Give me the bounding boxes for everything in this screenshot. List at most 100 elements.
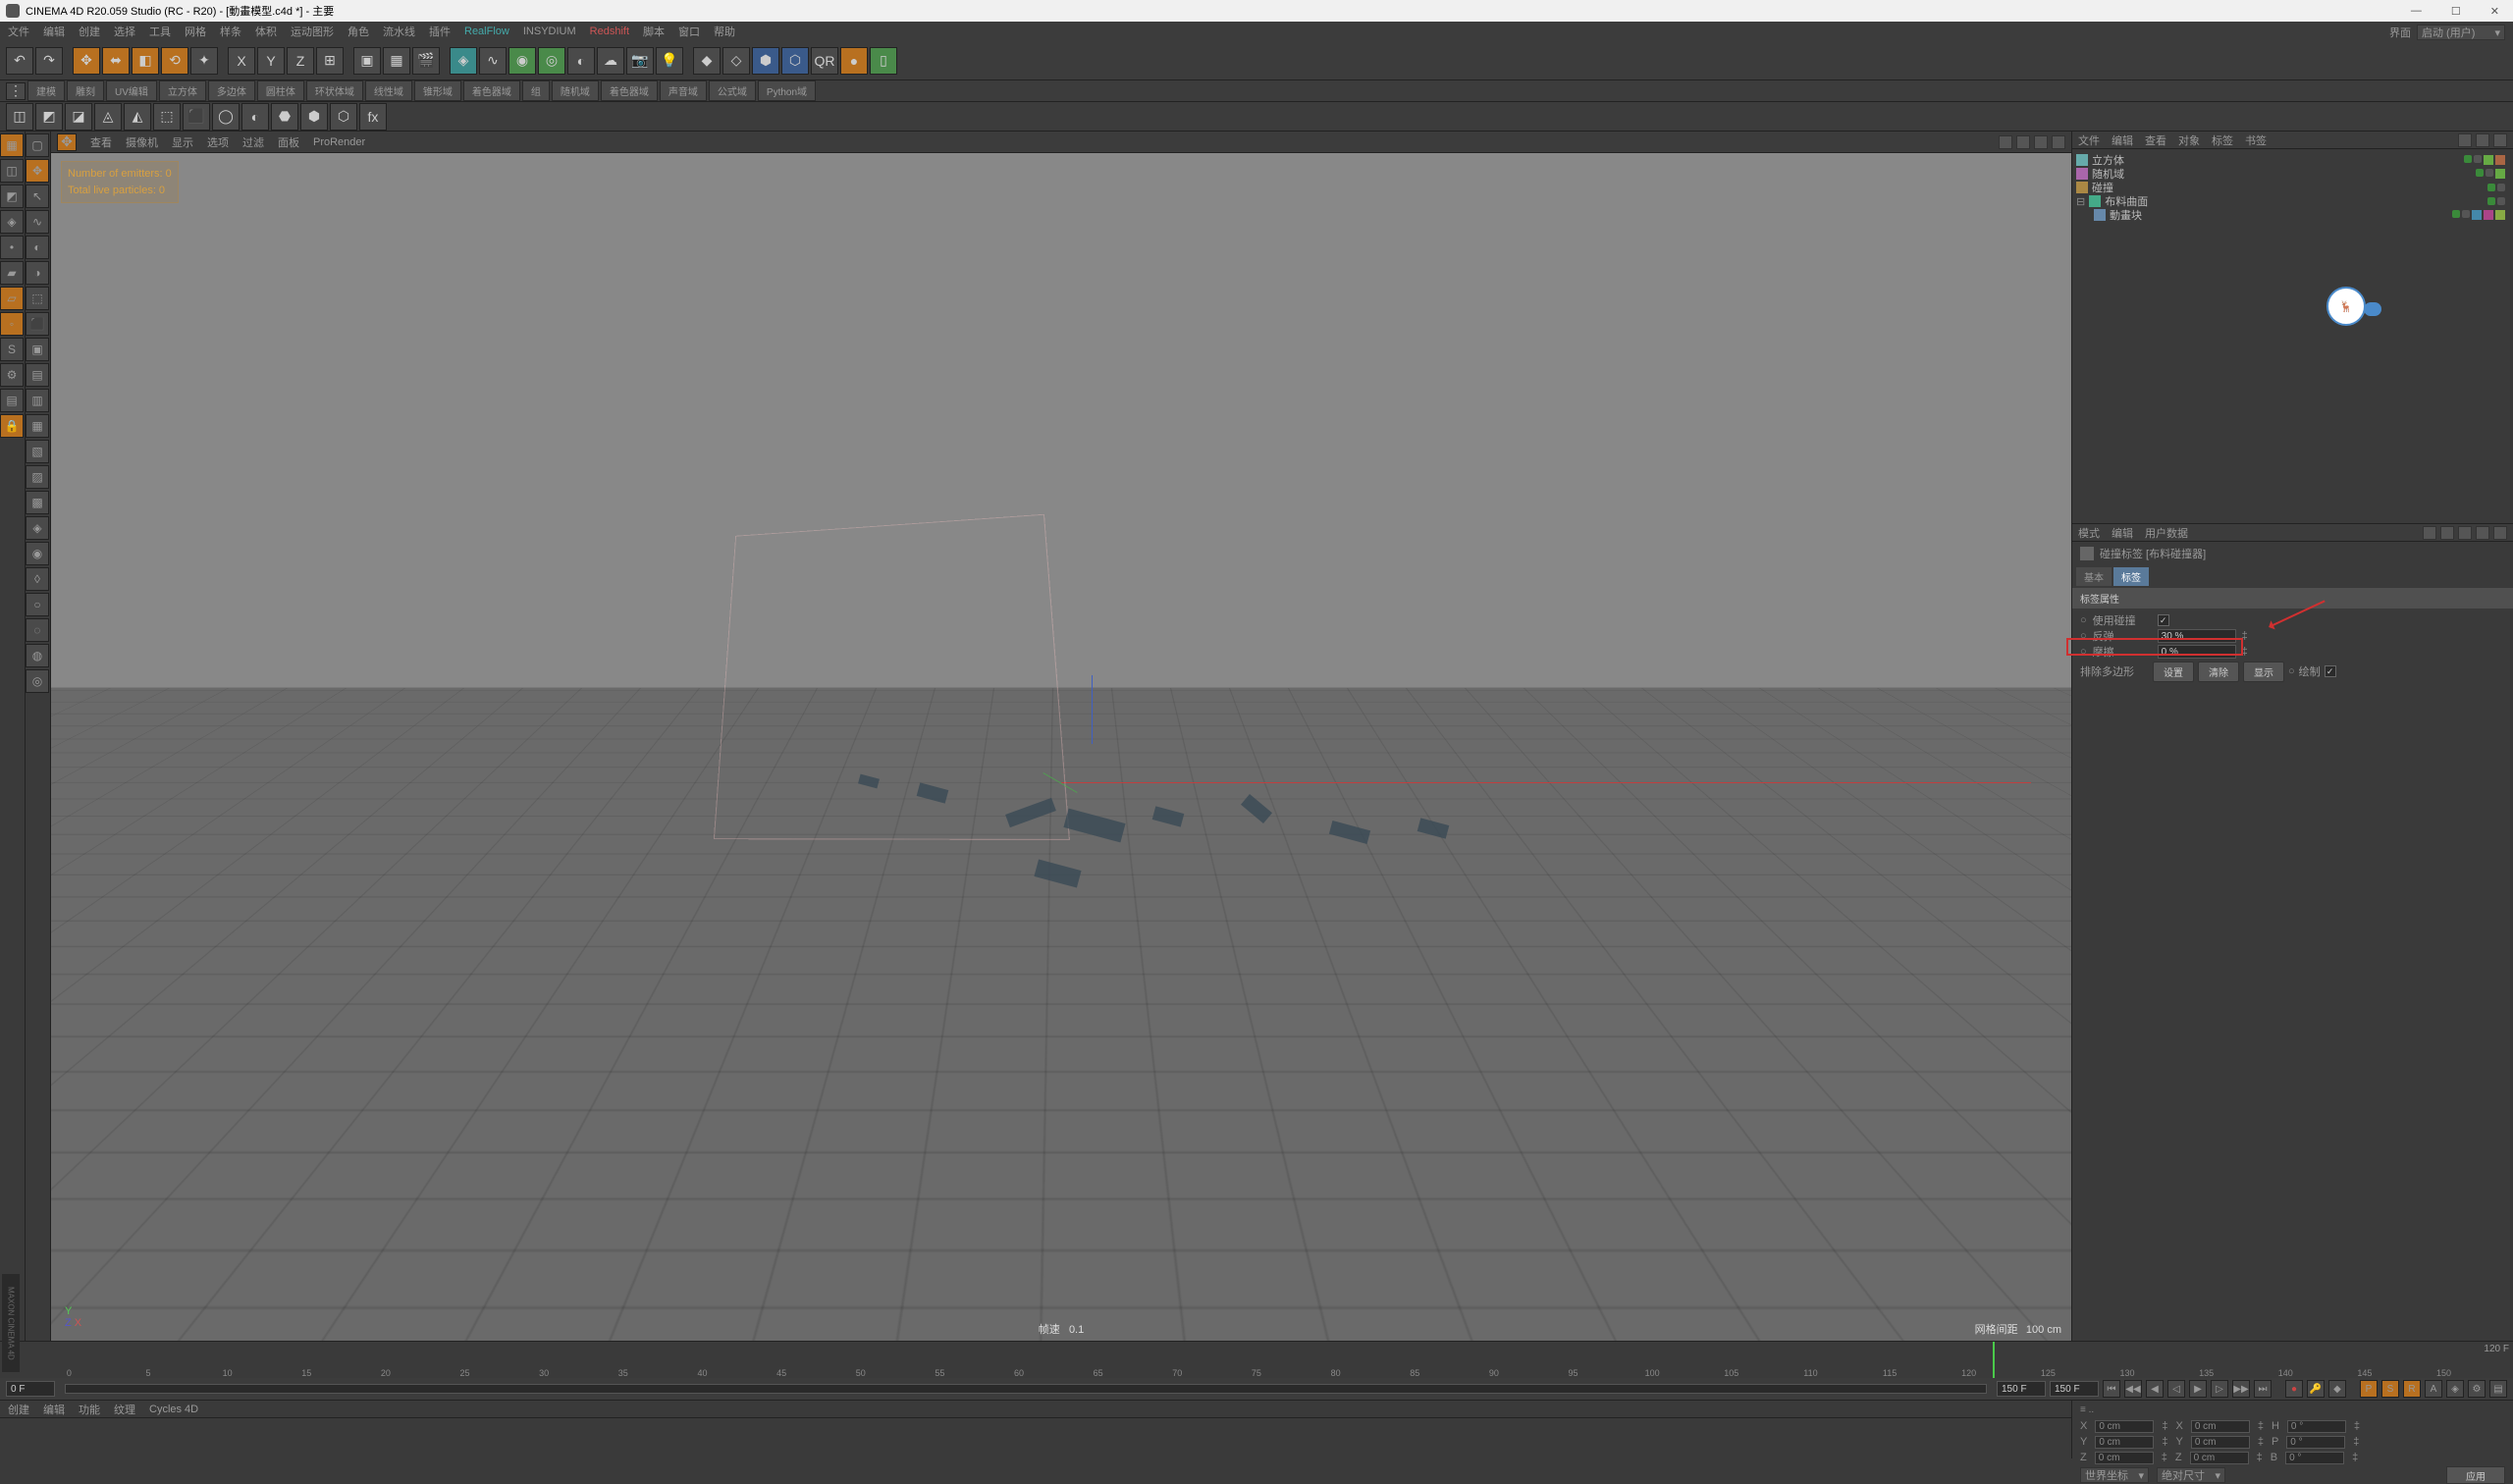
maximize-button[interactable]: ☐ [2443,5,2469,18]
etool[interactable]: ◐ [26,236,49,259]
show-button[interactable]: 显示 [2243,662,2284,682]
object-tree[interactable]: 立方体 随机域 碰撞 ⊟ 布料曲面 [2072,149,2513,523]
tree-row-cloth[interactable]: ⊟ 布料曲面 [2076,194,2509,208]
prev-frame-button[interactable]: ◀ [2146,1380,2164,1398]
etool[interactable]: ◍ [26,644,49,667]
add-generator2[interactable]: ◎ [538,47,565,75]
move-tool[interactable]: ⬌ [102,47,130,75]
vp-menu-prorender[interactable]: ProRender [313,136,365,148]
menu-redshift[interactable]: Redshift [590,26,629,37]
etool[interactable]: ⬛ [26,312,49,336]
tree-row-collider[interactable]: 碰撞 [2076,181,2509,194]
tag-icon[interactable] [2484,210,2493,220]
shelf-icon[interactable]: ⬛ [183,103,210,131]
ext-tool-4[interactable]: ⬡ [781,47,809,75]
etool[interactable]: ▢ [26,133,49,157]
pos-z-field[interactable] [2095,1452,2154,1464]
shelf-icon[interactable]: ◩ [35,103,63,131]
clear-button[interactable]: 清除 [2198,662,2239,682]
etool[interactable]: ◊ [26,567,49,591]
vp-menu-view[interactable]: 查看 [90,134,112,150]
record-button[interactable]: ● [2285,1380,2303,1398]
add-generator[interactable]: ◉ [508,47,536,75]
vp-menu-panel[interactable]: 面板 [278,134,299,150]
shelf-tab-2[interactable]: UV编辑 [106,80,157,101]
shelf-tab-3[interactable]: 立方体 [159,80,206,101]
vp-nav-icon[interactable]: ✥ [57,133,77,151]
expand-icon[interactable]: ⊟ [2076,195,2085,208]
shelf-icon[interactable]: ⬡ [330,103,357,131]
shelf-tab-13[interactable]: 声音域 [660,80,707,101]
etool[interactable]: ▨ [26,465,49,489]
etool[interactable]: ▥ [26,389,49,412]
lock-y[interactable]: Y [257,47,285,75]
mat-menu-texture[interactable]: 纹理 [114,1402,135,1417]
key-pla[interactable]: ◈ [2446,1380,2464,1398]
shelf-tab-7[interactable]: 线性域 [365,80,412,101]
workplane-mode[interactable]: ◩ [0,185,24,208]
goto-end-button[interactable]: ⏭ [2254,1380,2272,1398]
vp-menu-filter[interactable]: 过滤 [242,134,264,150]
attr-nav-fwd[interactable] [2458,526,2472,540]
add-spline[interactable]: ∿ [479,47,507,75]
menu-select[interactable]: 选择 [114,24,135,39]
edge-mode[interactable]: ◈ [0,210,24,234]
coord-mode-select[interactable]: 世界坐标▾ [2080,1467,2149,1483]
tag-icon[interactable] [2472,210,2482,220]
close-button[interactable]: ✕ [2483,5,2507,18]
obj-menu-object[interactable]: 对象 [2178,132,2200,148]
shelf-tab-1[interactable]: 雕刻 [67,80,104,101]
shelf-icon[interactable]: ◬ [94,103,122,131]
menu-create[interactable]: 创建 [79,24,100,39]
poly-mode[interactable]: ▰ [0,261,24,285]
menu-window[interactable]: 窗口 [678,24,700,39]
minimize-button[interactable]: — [2403,5,2430,18]
select-tool[interactable]: ✥ [73,47,100,75]
ext-tool-3[interactable]: ⬢ [752,47,779,75]
size-y-field[interactable] [2191,1436,2250,1449]
etool[interactable]: ▦ [26,414,49,438]
ext-tool-2[interactable]: ◇ [722,47,750,75]
etool[interactable]: ⬚ [26,287,49,310]
attr-lock-icon[interactable] [2476,526,2489,540]
texture-mode[interactable]: ◫ [0,159,24,183]
shelf-icon[interactable]: fx [359,103,387,131]
menu-volume[interactable]: 体积 [255,24,277,39]
add-environment[interactable]: ☁ [597,47,624,75]
layout-select[interactable]: 启动 (用户)▾ [2417,25,2505,40]
start-frame-field[interactable] [6,1381,55,1397]
etool[interactable]: ↖ [26,185,49,208]
shelf-tab-5[interactable]: 圆柱体 [257,80,304,101]
shelf-tab-11[interactable]: 随机域 [552,80,599,101]
add-primitive[interactable]: ◈ [450,47,477,75]
tree-row-random[interactable]: 随机域 [2076,167,2509,181]
obj-menu-bookmarks[interactable]: 书签 [2245,132,2267,148]
timeline-scrollbar[interactable] [65,1384,1987,1394]
menu-insydium[interactable]: INSYDIUM [523,26,576,37]
model-mode[interactable]: ▦ [0,133,24,157]
keyframe-sel[interactable]: ◆ [2328,1380,2346,1398]
etool[interactable]: ○ [26,593,49,616]
render-pv[interactable]: 🎬 [412,47,440,75]
attr-menu-edit[interactable]: 编辑 [2112,525,2133,541]
viewport-3d[interactable]: Number of emitters: 0 Total live particl… [51,153,2071,1341]
menu-script[interactable]: 脚本 [643,24,665,39]
vp-menu-camera[interactable]: 摄像机 [126,134,158,150]
tree-row-bones[interactable]: 動畫块 [2076,208,2509,222]
etool[interactable]: ▤ [26,363,49,387]
shelf-icon[interactable]: ◐ [241,103,269,131]
attr-tab-basic[interactable]: 基本 [2076,567,2112,586]
locked[interactable]: 🔒 [0,414,24,438]
obj-menu-file[interactable]: 文件 [2078,132,2100,148]
uvpoint-mode[interactable]: ◦ [0,312,24,336]
vp-nav-1[interactable] [1999,135,2012,149]
etool[interactable]: ◌ [26,618,49,642]
obj-menu-tags[interactable]: 标签 [2212,132,2233,148]
menu-pipeline[interactable]: 流水线 [383,24,415,39]
snap-settings[interactable]: ⚙ [0,363,24,387]
mat-menu-edit[interactable]: 编辑 [43,1402,65,1417]
timeline-ruler[interactable]: 0510152025303540455055606570758085909510… [0,1342,2513,1378]
undo-button[interactable]: ↶ [6,47,33,75]
key-rot[interactable]: R [2403,1380,2421,1398]
play-button[interactable]: ▶ [2189,1380,2207,1398]
